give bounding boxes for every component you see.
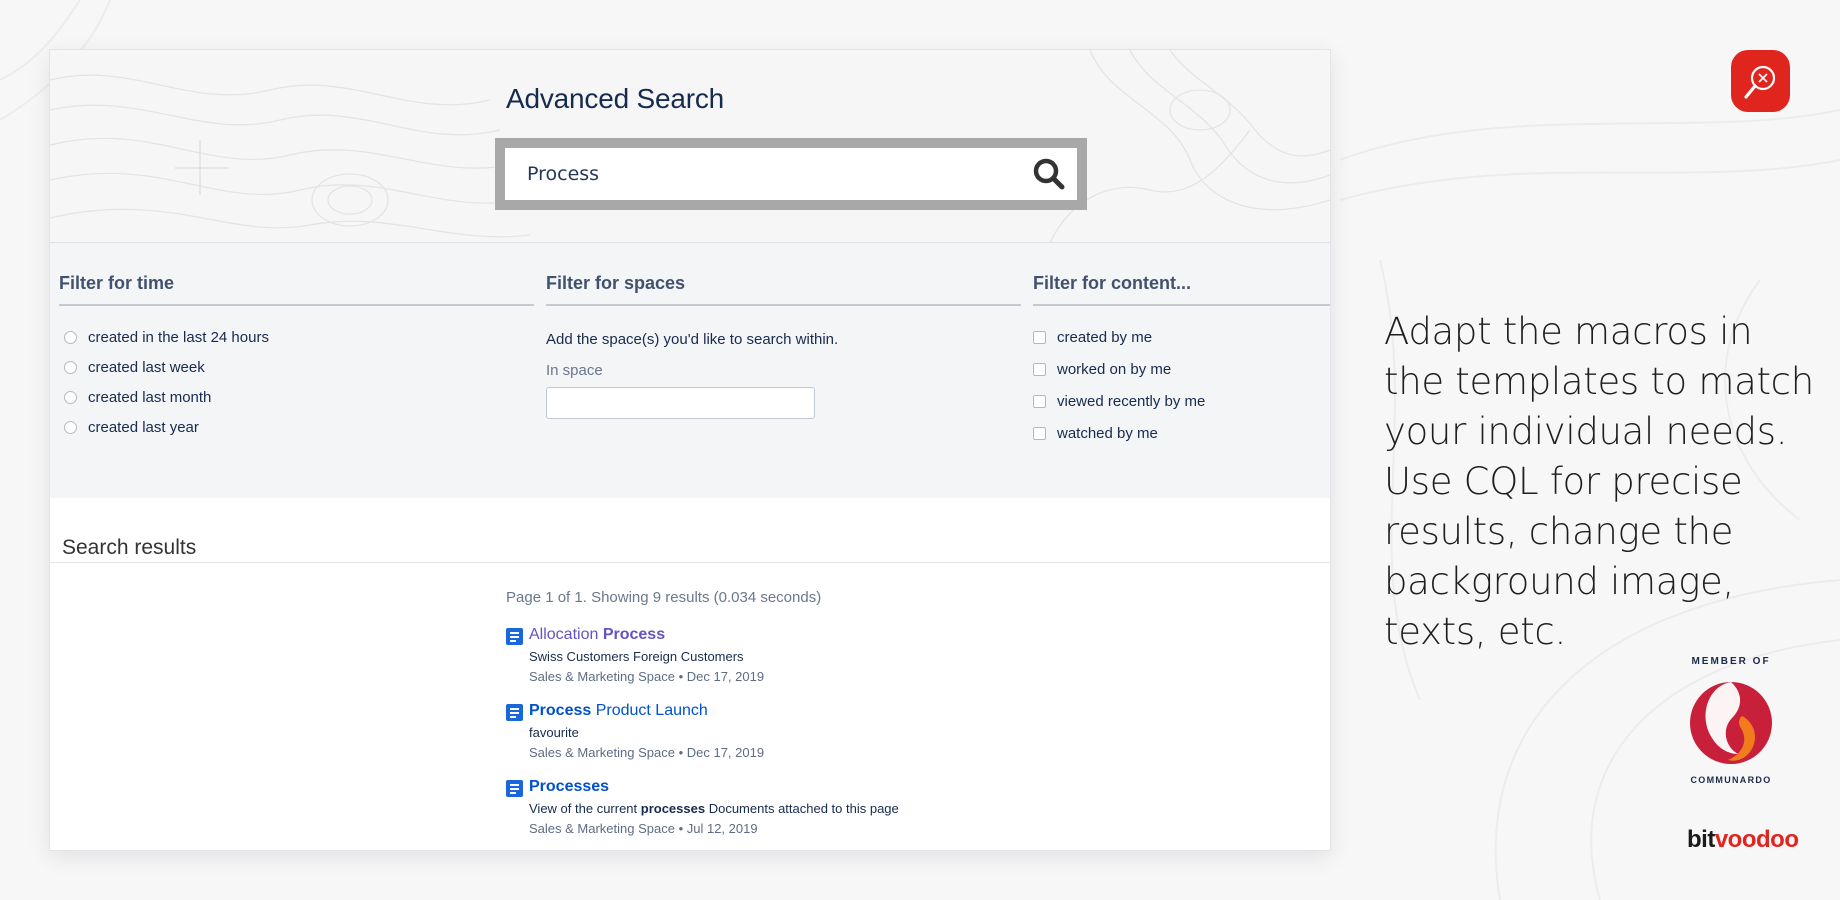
member-of-label: MEMBER OF [1691,656,1771,667]
checkbox[interactable] [1033,427,1046,440]
result-excerpt: favourite [529,725,579,740]
content-option-watched[interactable]: watched by me [1033,425,1158,442]
result-meta: Sales & Marketing Space • Jul 12, 2019 [529,821,758,836]
radio-button[interactable] [64,361,77,374]
option-label: worked on by me [1057,361,1172,378]
app-logo-button[interactable] [1731,50,1790,112]
time-option-week[interactable]: created last week [64,359,205,376]
radio-button[interactable] [64,331,77,344]
search-bar [495,138,1087,210]
option-label: created by me [1057,329,1153,346]
result-excerpt: View of the current processes Documents … [529,801,899,816]
divider [50,562,1330,563]
option-label: created last month [88,389,212,406]
radio-button[interactable] [64,421,77,434]
in-space-label: In space [546,362,603,379]
communardo-label: COMMUNARDO [1690,775,1772,785]
page-title: Advanced Search [506,83,725,114]
checkbox[interactable] [1033,363,1046,376]
search-icon [1033,158,1065,190]
checkbox[interactable] [1033,331,1046,344]
content-option-viewed[interactable]: viewed recently by me [1033,393,1205,410]
search-input[interactable] [505,148,1077,200]
result-title-link[interactable]: Process Product Launch [529,702,708,720]
results-heading: Search results [62,536,197,559]
option-label: created in the last 24 hours [88,329,269,346]
bitvoodoo-logo: bitvoodoo [1687,826,1799,853]
page-icon [506,628,523,645]
search-box [505,148,1077,200]
time-option-year[interactable]: created last year [64,419,199,436]
result-excerpt: Swiss Customers Foreign Customers [529,649,744,664]
radio-button[interactable] [64,391,77,404]
time-option-month[interactable]: created last month [64,389,211,406]
filter-content-column: Filter for content... created by me work… [1033,273,1330,473]
spaces-description: Add the space(s) you'd like to search wi… [546,331,839,348]
results-summary: Page 1 of 1. Showing 9 results (0.034 se… [506,589,822,606]
filter-spaces-column: Filter for spaces Add the space(s) you'd… [546,273,1021,473]
filter-panel: Filter for time created in the last 24 h… [50,243,1330,498]
time-option-24h[interactable]: created in the last 24 hours [64,329,269,346]
result-title-link[interactable]: Processes [529,778,609,796]
app-logo-icon [1744,65,1776,99]
filter-spaces-heading: Filter for spaces [546,273,1021,306]
filter-time-column: Filter for time created in the last 24 h… [59,273,534,473]
search-hero: Advanced Search [50,50,1330,243]
option-label: created last week [88,359,205,376]
communardo-logo [1690,682,1772,764]
result-title-link[interactable]: Allocation Process [529,626,665,644]
search-button[interactable] [1029,154,1069,194]
content-option-created[interactable]: created by me [1033,329,1152,346]
filter-content-heading: Filter for content... [1033,273,1330,306]
option-label: viewed recently by me [1057,393,1206,410]
result-meta: Sales & Marketing Space • Dec 17, 2019 [529,669,765,684]
result-meta: Sales & Marketing Space • Dec 17, 2019 [529,745,765,760]
option-label: created last year [88,419,199,436]
in-space-input[interactable] [546,387,815,419]
option-label: watched by me [1057,425,1158,442]
page-icon [506,704,523,721]
checkbox[interactable] [1033,395,1046,408]
page-icon [506,780,523,797]
promo-text: Adapt the macros in the templates to mat… [1384,310,1814,653]
confluence-screenshot: Advanced Search Filter for time created … [49,49,1331,851]
filter-time-heading: Filter for time [59,273,534,306]
content-option-worked[interactable]: worked on by me [1033,361,1171,378]
